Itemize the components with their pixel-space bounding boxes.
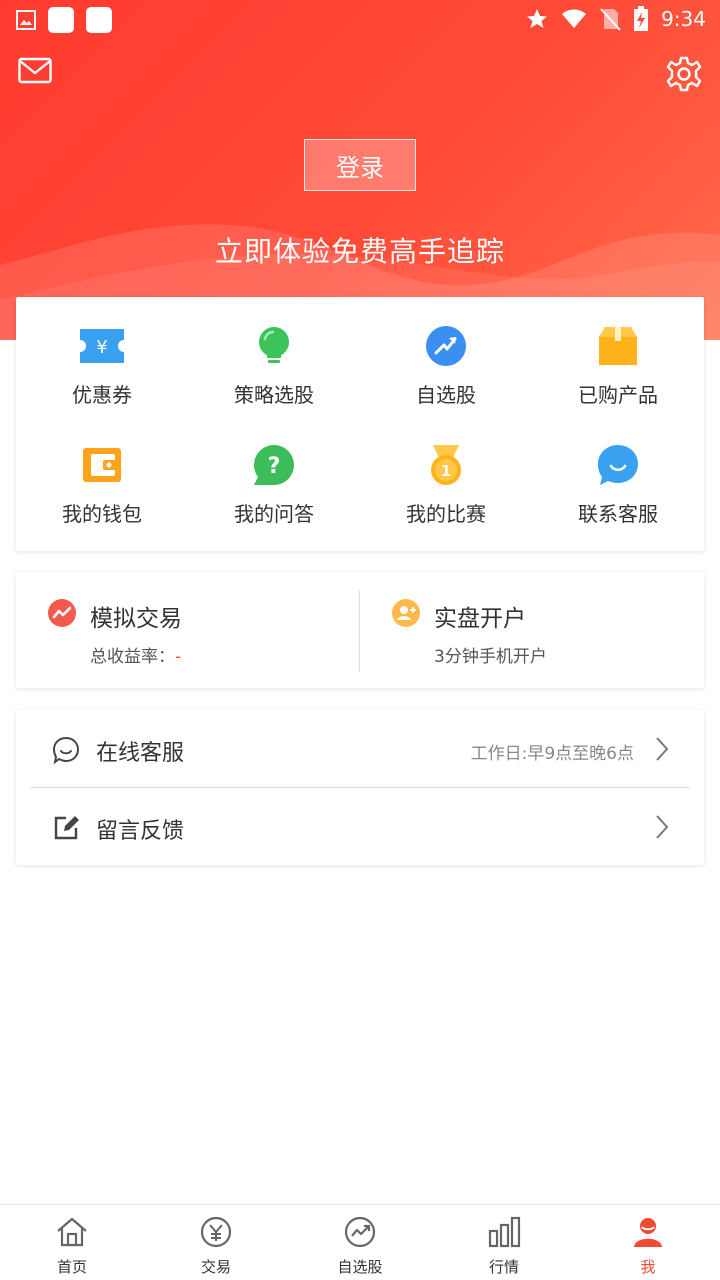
tab-label: 我 — [640, 1258, 656, 1276]
battery-icon — [634, 6, 649, 31]
screen: 9:34 登录 立即体验免费高手追踪 ¥ 优惠券 策略选股 自选股 已购产品 我… — [0, 0, 720, 1280]
gallery-icon — [16, 10, 36, 30]
shortcut-label: 自选股 — [416, 383, 476, 407]
notification-icon — [48, 7, 74, 33]
tab-me[interactable]: 我 — [576, 1205, 720, 1280]
return-rate-value: - — [175, 647, 182, 667]
status-time: 9:34 — [661, 7, 706, 31]
shortcut-label: 优惠券 — [72, 383, 132, 407]
shortcut-qa[interactable]: ? 我的问答 — [188, 444, 360, 527]
service-label: 留言反馈 — [96, 819, 185, 844]
question-bubble-icon: ? — [254, 445, 294, 485]
notification-icon — [86, 7, 112, 33]
real-account-opening[interactable]: 实盘开户 3分钟手机开户 — [360, 572, 704, 688]
trade-card: 模拟交易 总收益率：- 实盘开户 3分钟手机开户 — [16, 572, 704, 688]
tab-watchlist[interactable]: 自选股 — [288, 1205, 432, 1280]
add-user-icon — [392, 599, 420, 627]
shortcut-customer-service[interactable]: 联系客服 — [532, 444, 704, 527]
svg-text:¥: ¥ — [96, 337, 107, 358]
shortcut-label: 我的问答 — [234, 502, 314, 526]
medal-icon: 1 — [431, 445, 461, 485]
trade-subtitle: 总收益率：- — [90, 642, 181, 667]
svg-text:?: ? — [268, 454, 281, 479]
no-sim-icon — [600, 8, 621, 31]
trade-subtitle: 3分钟手机开户 — [434, 647, 547, 667]
shortcut-label: 策略选股 — [234, 383, 314, 407]
shortcut-wallet[interactable]: 我的钱包 — [16, 444, 188, 527]
service-label: 在线客服 — [96, 741, 185, 766]
shortcut-label: 我的比赛 — [406, 502, 486, 526]
header-banner: 9:34 登录 立即体验免费高手追踪 — [0, 0, 720, 340]
feedback-row[interactable]: 留言反馈 — [16, 788, 704, 866]
trade-title: 模拟交易 — [90, 606, 182, 632]
tab-label: 交易 — [200, 1258, 231, 1276]
shortcut-strategy[interactable]: 策略选股 — [188, 325, 360, 408]
box-icon — [599, 327, 637, 365]
trend-circle-icon — [344, 1216, 376, 1248]
tab-label: 行情 — [488, 1258, 519, 1276]
online-service-row[interactable]: 在线客服 工作日:早9点至晚6点 — [16, 710, 704, 788]
smiley-chat-icon — [52, 736, 80, 764]
login-button[interactable]: 登录 — [304, 139, 416, 191]
person-icon — [634, 1218, 662, 1247]
settings-gear-icon[interactable] — [666, 56, 702, 92]
trade-title: 实盘开户 — [434, 606, 526, 632]
bottom-tab-bar: 首页 交易 自选股 行情 我 — [0, 1204, 720, 1280]
trend-circle-icon — [48, 599, 76, 627]
tab-trade[interactable]: 交易 — [144, 1205, 288, 1280]
service-card: 在线客服 工作日:早9点至晚6点 留言反馈 — [16, 710, 704, 865]
svg-text:1: 1 — [441, 462, 451, 480]
trend-arrow-icon — [426, 326, 466, 366]
tab-home[interactable]: 首页 — [0, 1205, 144, 1280]
wifi-icon — [562, 9, 587, 28]
chevron-right-icon — [656, 815, 669, 839]
wallet-icon — [83, 448, 121, 482]
yen-circle-icon — [200, 1216, 232, 1248]
coupon-icon: ¥ — [80, 329, 124, 363]
slogan-text[interactable]: 立即体验免费高手追踪 — [0, 230, 720, 270]
chevron-right-icon — [656, 737, 669, 761]
shortcut-watchlist[interactable]: 自选股 — [360, 325, 532, 408]
home-icon — [57, 1217, 87, 1247]
bar-chart-icon — [488, 1216, 521, 1248]
shortcut-label: 联系客服 — [578, 502, 658, 526]
status-bar: 9:34 — [0, 0, 720, 40]
simulated-trading[interactable]: 模拟交易 总收益率：- — [16, 572, 360, 688]
tab-label: 首页 — [56, 1258, 87, 1276]
service-hours: 工作日:早9点至晚6点 — [470, 744, 634, 764]
shortcut-grid: ¥ 优惠券 策略选股 自选股 已购产品 我的钱包 ? 我的问答 1 我的比赛 联… — [16, 297, 704, 551]
shortcut-label: 我的钱包 — [62, 502, 142, 526]
tab-label: 自选股 — [337, 1258, 383, 1276]
lightbulb-icon — [259, 327, 289, 363]
chat-bubble-icon — [598, 445, 638, 485]
shortcut-competition[interactable]: 1 我的比赛 — [360, 444, 532, 527]
mail-icon[interactable] — [18, 56, 52, 86]
shortcut-label: 已购产品 — [578, 383, 658, 407]
tab-market[interactable]: 行情 — [432, 1205, 576, 1280]
shortcut-coupon[interactable]: ¥ 优惠券 — [16, 325, 188, 408]
edit-icon — [54, 816, 79, 840]
shortcut-purchased[interactable]: 已购产品 — [532, 325, 704, 408]
star-icon — [527, 9, 548, 28]
return-rate-label: 总收益率： — [90, 647, 175, 667]
